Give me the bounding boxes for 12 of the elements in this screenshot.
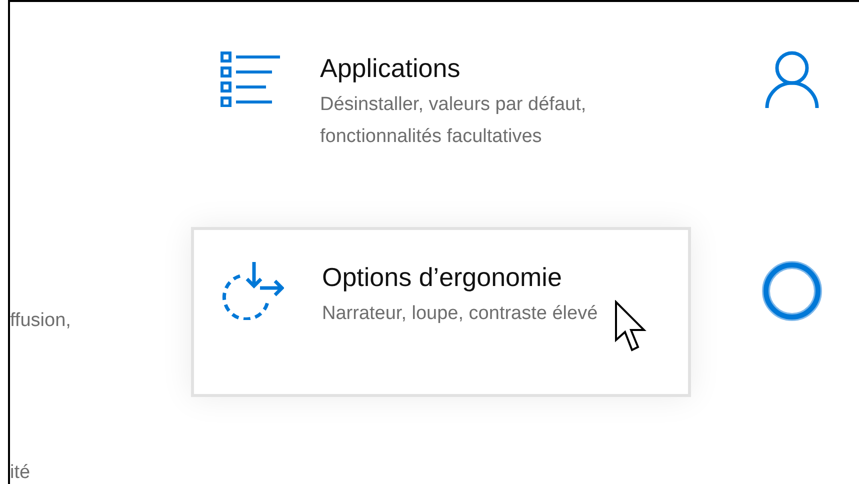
- list-icon: [220, 51, 282, 107]
- tile-description: Narrateur, loupe, contraste élevé: [322, 302, 599, 326]
- settings-tile[interactable]: Options d’ergonomie Narrateur, loupe, contraste élevé: [191, 227, 691, 397]
- accessibility-icon: [220, 260, 284, 320]
- tile-title: Applications: [320, 52, 462, 85]
- settings-tile[interactable]: Applications Désinstaller, valeurs par défaut, fonctionnalités facultatives: [191, 18, 691, 188]
- tile-title: Options d’ergonomie: [322, 261, 563, 294]
- side-text: ffusion,: [10, 310, 72, 332]
- side-text: ité: [10, 462, 32, 484]
- ring-icon: [761, 260, 823, 322]
- tile-description: Désinstaller, valeurs par défaut, fonctionnalités facultatives: [320, 93, 588, 149]
- person-icon: [764, 50, 820, 110]
